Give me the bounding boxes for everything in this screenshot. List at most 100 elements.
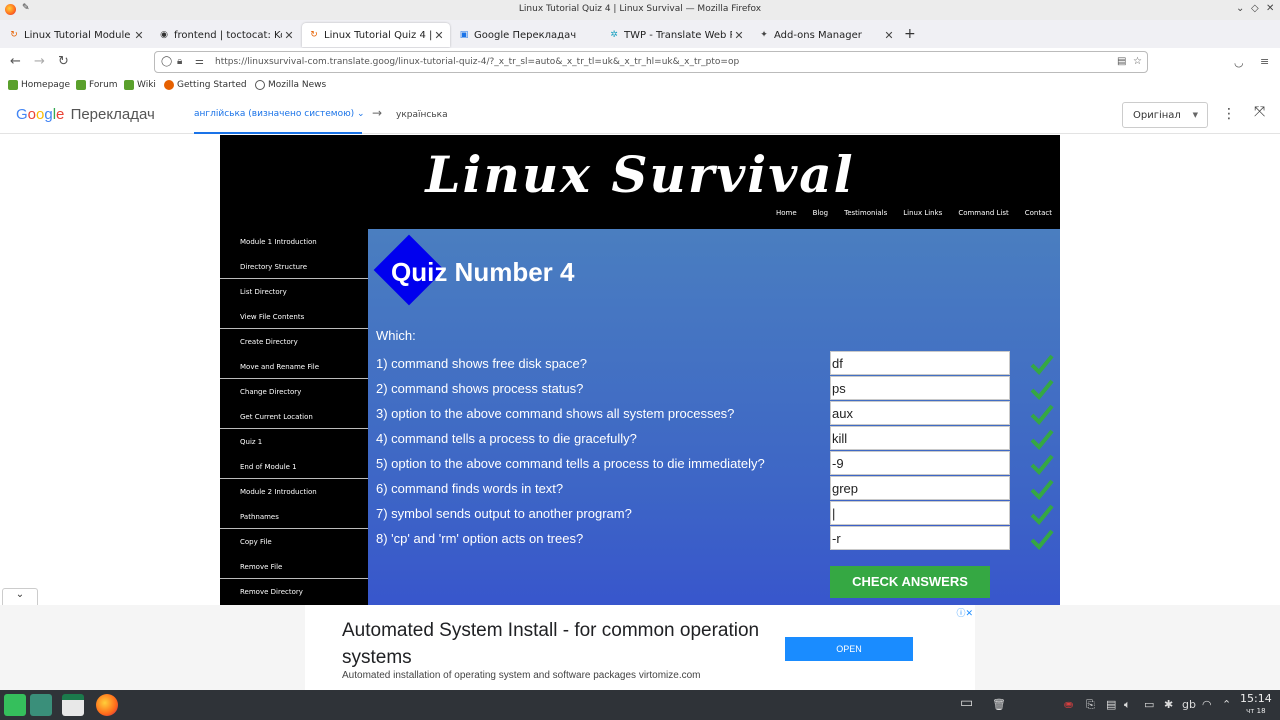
keyboard-layout[interactable]: gb [1182, 698, 1196, 711]
tab-addons-manager[interactable]: ✦ Add-ons Manager ✕ [752, 23, 900, 47]
close-tab-icon[interactable]: ✕ [732, 29, 746, 42]
app-menu-icon[interactable] [4, 694, 26, 716]
source-language-select[interactable]: англійська (визначено системою) ⌄ [194, 109, 365, 119]
pocket-icon[interactable]: ◡ [1234, 56, 1244, 69]
collapse-icon[interactable]: ⤧ [1254, 104, 1265, 120]
lock-icon[interactable]: 🔒︎ [177, 56, 182, 67]
clock-date: чт 18 [1246, 707, 1266, 715]
tab-google-translate[interactable]: ▣ Google Перекладач [452, 23, 600, 47]
sidebar-item[interactable]: Get Current Location [220, 404, 368, 429]
maximize-icon[interactable]: ◇ [1251, 3, 1259, 14]
wifi-icon[interactable]: ◠ [1202, 698, 1212, 711]
ad-close-icon[interactable]: ⓘ✕ [956, 606, 973, 619]
answer-input[interactable]: ps [830, 376, 1010, 400]
sidebar-item[interactable]: End of Module 1 [220, 454, 368, 479]
desktop-icon[interactable] [30, 694, 52, 716]
file-manager-icon[interactable] [62, 694, 84, 716]
nav-command-list[interactable]: Command List [958, 209, 1008, 217]
answer-input[interactable]: grep [830, 476, 1010, 500]
url-bar[interactable]: ◯ 🔒︎ ⚌ https://linuxsurvival-com.transla… [154, 51, 1148, 73]
check-answers-button[interactable]: CHECK ANSWERS [830, 566, 990, 598]
new-tab-button[interactable]: + [904, 26, 916, 42]
nav-blog[interactable]: Blog [813, 209, 828, 217]
twp-favicon: ✲ [610, 30, 618, 40]
quiz-intro: Which: [376, 328, 416, 343]
bookmark-forum[interactable]: Forum [76, 80, 118, 90]
sidebar-item[interactable]: List Directory [220, 279, 368, 304]
answer-input[interactable]: -9 [830, 451, 1010, 475]
sidebar-item[interactable]: Move and Rename File [220, 354, 368, 379]
bookmark-mozilla-news[interactable]: Mozilla News [255, 80, 326, 90]
bookmark-wiki[interactable]: Wiki [124, 80, 156, 90]
close-tab-icon[interactable]: ✕ [882, 29, 896, 42]
reload-button[interactable]: ↻ [58, 54, 69, 69]
ad-title[interactable]: Automated System Install - for common op… [342, 617, 762, 671]
linux-survival-favicon: ↻ [10, 30, 18, 40]
bluetooth-icon[interactable]: ✱ [1164, 698, 1173, 711]
answer-input[interactable]: | [830, 501, 1010, 525]
bookmark-getting-started[interactable]: Getting Started [164, 80, 247, 90]
menu-icon[interactable]: ≡ [1260, 55, 1269, 68]
sidebar-item[interactable]: Change Directory [220, 379, 368, 404]
permissions-icon[interactable]: ⚌ [195, 56, 204, 67]
sidebar-item[interactable]: View File Contents [220, 304, 368, 329]
url-text[interactable]: https://linuxsurvival-com.translate.goog… [215, 57, 739, 67]
nav-linux-links[interactable]: Linux Links [903, 209, 942, 217]
tab-twp[interactable]: ✲ TWP - Translate Web Pages ✕ [602, 23, 750, 47]
question-row: 5) option to the above command tells a p… [376, 451, 1056, 476]
nav-home[interactable]: Home [776, 209, 797, 217]
clock[interactable]: 15:14 чт 18 [1240, 692, 1272, 718]
sidebar-item[interactable]: Pathnames [220, 504, 368, 529]
answer-input[interactable]: kill [830, 426, 1010, 450]
answer-input[interactable]: aux [830, 401, 1010, 425]
close-tab-icon[interactable]: ✕ [432, 29, 446, 42]
taskbar: ▭ 🗑︎ ⛂ ⎘ ▤ 🔈︎ ▭ ✱ gb ◠ ⌃ 15:14 чт 18 [0, 690, 1280, 720]
ad-banner[interactable]: Automated System Install - for common op… [305, 605, 975, 690]
sidebar-item[interactable]: Copy File [220, 529, 368, 554]
firefox-taskbar-icon[interactable] [96, 694, 118, 716]
sidebar-item[interactable]: Remove Directory [220, 579, 368, 604]
back-button[interactable]: ← [10, 54, 21, 69]
tab-label: Linux Tutorial Quiz 4 | Linu [324, 29, 432, 41]
clipboard-icon[interactable]: ⎘ [1086, 698, 1095, 712]
close-window-icon[interactable]: ✕ [1266, 3, 1274, 14]
shield-icon[interactable]: ◯ [161, 56, 172, 67]
source-language-label: англійська (визначено системою) [194, 109, 355, 119]
sidebar-item[interactable]: Create Directory [220, 329, 368, 354]
bookmark-homepage[interactable]: Homepage [8, 80, 70, 90]
site-title[interactable]: Linux Survival [220, 145, 1060, 204]
sidebar-item[interactable]: Module 1 Introduction [220, 229, 368, 254]
sidebar-item[interactable]: Quiz 1 [220, 429, 368, 454]
reader-view-icon[interactable]: ▤ [1117, 56, 1126, 67]
trash-icon[interactable]: 🗑︎ [992, 698, 1006, 711]
nav-contact[interactable]: Contact [1025, 209, 1052, 217]
tab-github-frontend[interactable]: ◉ frontend | toctocat: Kotlan ✕ [152, 23, 300, 47]
sidebar-item[interactable]: Remove File [220, 554, 368, 579]
view-mode-select[interactable]: Оригінал ▼ [1122, 102, 1208, 128]
usb-icon[interactable]: ⛂ [1064, 698, 1073, 711]
close-tab-icon[interactable]: ✕ [132, 29, 146, 42]
nav-testimonials[interactable]: Testimonials [844, 209, 887, 217]
battery-icon[interactable]: ▭ [1144, 698, 1154, 711]
answer-input[interactable]: -r [830, 526, 1010, 550]
sidebar: Module 1 Introduction Directory Structur… [220, 229, 368, 605]
tab-linux-module-4[interactable]: ↻ Linux Tutorial Module 4 In ✕ [2, 23, 150, 47]
tab-linux-quiz-4[interactable]: ↻ Linux Tutorial Quiz 4 | Linu ✕ [302, 23, 450, 47]
minimize-icon[interactable]: ⌄ [1236, 3, 1244, 14]
sidebar-item[interactable]: Directory Structure [220, 254, 368, 279]
sidebar-item[interactable]: Module 2 Introduction [220, 479, 368, 504]
volume-icon[interactable]: 🔈︎ [1124, 698, 1131, 712]
question-row: 8) 'cp' and 'rm' option acts on trees? -… [376, 526, 1056, 551]
google-translate-logo[interactable]: Google Перекладач [16, 106, 155, 123]
bookmark-star-icon[interactable]: ☆ [1133, 56, 1142, 67]
collapse-ad-button[interactable]: ⌄ [2, 588, 38, 605]
display-icon[interactable]: ▤ [1106, 698, 1116, 711]
target-language-select[interactable]: українська [396, 110, 448, 120]
answer-input[interactable]: df [830, 351, 1010, 375]
ad-open-button[interactable]: OPEN [785, 637, 913, 661]
more-options-icon[interactable]: ⋮ [1222, 106, 1236, 122]
window-icon[interactable]: ▭ [960, 695, 973, 711]
chevron-up-icon[interactable]: ⌃ [1222, 698, 1231, 711]
forward-button[interactable]: → [34, 54, 45, 69]
close-tab-icon[interactable]: ✕ [282, 29, 296, 42]
